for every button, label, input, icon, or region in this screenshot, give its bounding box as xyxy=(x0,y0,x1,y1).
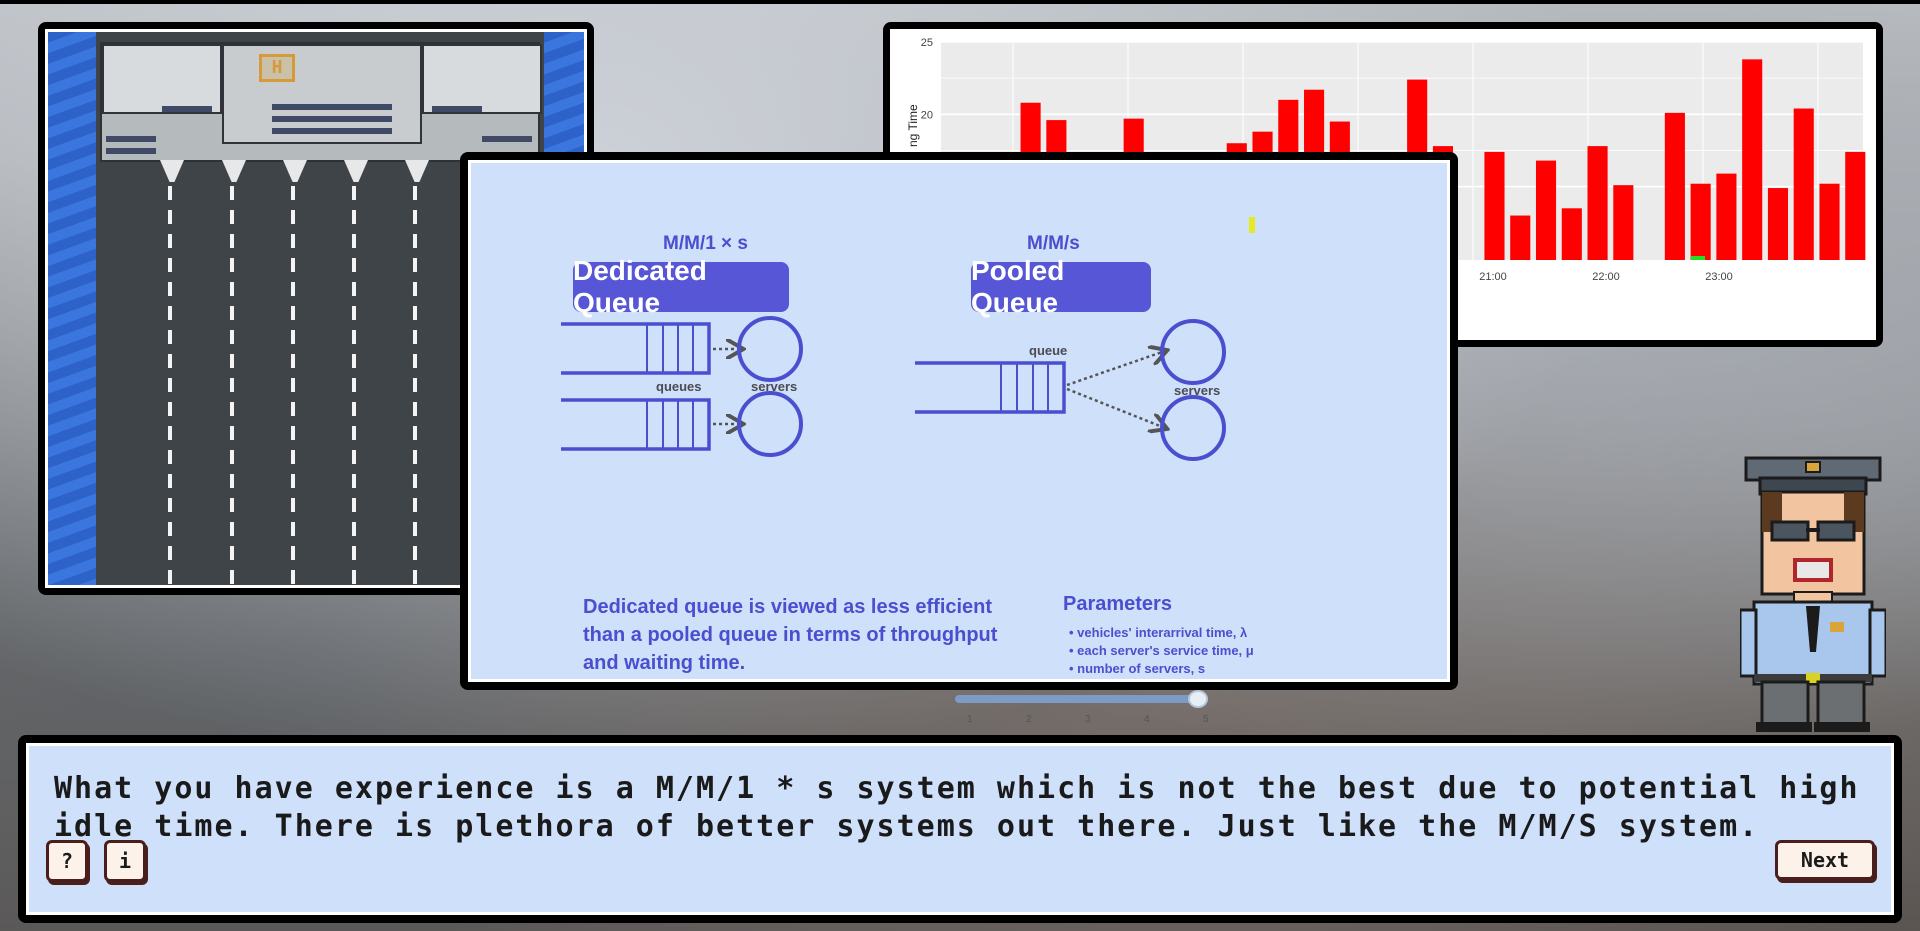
chart-bar xyxy=(1484,151,1505,260)
slider-tick-label: 1 xyxy=(967,714,973,725)
queue-label: queue xyxy=(1029,343,1068,358)
chart-bar xyxy=(1690,183,1711,260)
toll-booth-building: H xyxy=(100,42,542,162)
dialog-panel: What you have experience is a M/M/1 * s … xyxy=(26,743,1894,915)
servers-label-pooled: servers xyxy=(1174,383,1221,398)
parameters-list: vehicles' interarrival time, λ each serv… xyxy=(1069,624,1254,678)
slider-tick-label: 2 xyxy=(1026,714,1032,725)
chart-x-tick-label: 22:00 xyxy=(1592,271,1620,283)
chart-bar xyxy=(1535,160,1557,260)
dedicated-queue-2 xyxy=(561,391,803,457)
chart-bar xyxy=(1845,151,1866,260)
chart-y-tick-label: 25 xyxy=(921,37,933,49)
servers-label-dedicated: servers xyxy=(751,379,798,394)
info-button[interactable]: i xyxy=(104,840,146,882)
officer-character xyxy=(1740,456,1886,732)
help-button[interactable]: ? xyxy=(46,840,88,882)
queue-slide-panel: M/M/1 × s Dedicated Queue M/M/s Pooled Q… xyxy=(460,152,1458,690)
slider-tick-label: 4 xyxy=(1144,714,1150,725)
chart-bar xyxy=(1767,188,1789,260)
slider-track[interactable] xyxy=(955,695,1195,703)
dedicated-queue-1 xyxy=(561,316,803,382)
queue-slide: M/M/1 × s Dedicated Queue M/M/s Pooled Q… xyxy=(468,160,1450,682)
chart-x-tick-label: 23:00 xyxy=(1705,271,1733,283)
chart-y-axis-label: ng Time xyxy=(906,104,920,147)
chart-bar xyxy=(1613,185,1634,260)
top-border xyxy=(0,0,1920,4)
queues-label: queues xyxy=(656,379,702,394)
slider-tick-label: 5 xyxy=(1203,714,1209,725)
toll-logo-icon: H xyxy=(259,54,295,82)
water-left xyxy=(48,32,96,585)
slider-tick-label: 3 xyxy=(1085,714,1091,725)
chart-bar xyxy=(1561,208,1582,260)
lane-divider xyxy=(291,162,295,585)
chart-y-tick-label: 20 xyxy=(921,109,933,121)
parameter-item: each server's service time, μ xyxy=(1069,642,1254,660)
chart-bar xyxy=(1742,59,1763,260)
dialog-box: What you have experience is a M/M/1 * s … xyxy=(18,735,1902,923)
slide-description: Dedicated queue is viewed as less effici… xyxy=(583,596,998,674)
chart-bar xyxy=(1819,183,1840,260)
chart-bar xyxy=(1716,173,1737,260)
parameter-item: number of servers, s xyxy=(1069,660,1254,678)
parameters-title: Parameters xyxy=(1063,593,1172,615)
parameter-item: vehicles' interarrival time, λ xyxy=(1069,624,1254,642)
dialog-text: What you have experience is a M/M/1 * s … xyxy=(54,771,1860,844)
chart-bar xyxy=(1664,112,1685,260)
lane-divider xyxy=(230,162,234,585)
lane-divider xyxy=(352,162,356,585)
chart-bar xyxy=(1793,108,1814,261)
next-button[interactable]: Next xyxy=(1775,840,1875,880)
server-count-slider[interactable]: 1 2 3 4 5 xyxy=(955,688,1215,732)
lane-divider xyxy=(413,162,417,585)
chart-x-tick-label: 21:00 xyxy=(1479,271,1507,283)
chart-bar xyxy=(1510,215,1531,260)
chart-bar xyxy=(1587,146,1608,260)
lane-divider xyxy=(168,162,172,585)
slider-thumb[interactable] xyxy=(1188,690,1208,708)
water-right xyxy=(544,32,584,152)
chart-bar-highlight xyxy=(1691,256,1705,260)
